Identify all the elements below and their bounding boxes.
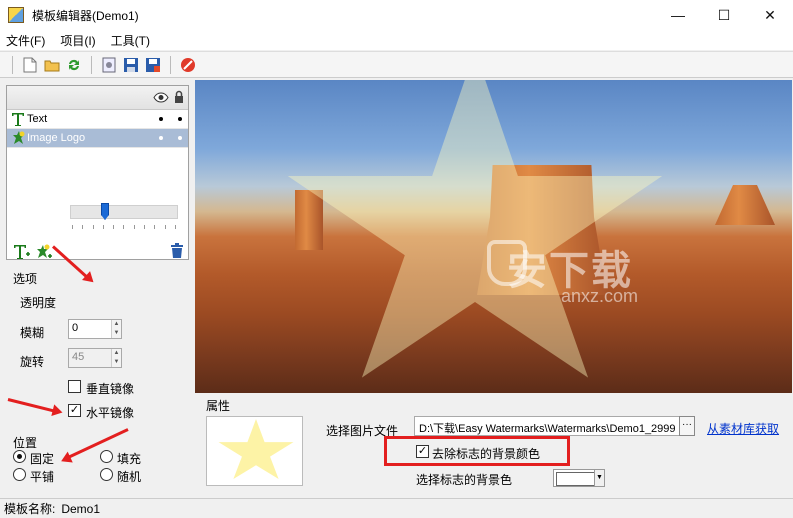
rotate-value: 45: [72, 351, 85, 363]
save-as-button[interactable]: [142, 54, 164, 76]
close-button[interactable]: ✕: [747, 0, 793, 30]
template-name: Demo1: [61, 501, 101, 516]
window-title: 模板编辑器(Demo1): [32, 8, 139, 23]
chevron-down-icon[interactable]: ▼: [594, 470, 604, 486]
preview-canvas[interactable]: 安下载 anxz.com: [195, 80, 792, 393]
logo-star-image: [218, 419, 294, 480]
blur-spinbox[interactable]: 0 ▲ ▼: [68, 319, 122, 339]
eye-icon[interactable]: [153, 92, 169, 103]
menu-project[interactable]: 项目(I): [60, 32, 95, 49]
layer-label: Image Logo: [27, 132, 86, 144]
layer-item-text[interactable]: Text: [7, 110, 188, 129]
refresh-icon: [69, 59, 79, 70]
lock-icon[interactable]: [174, 90, 184, 104]
rock-formation: [295, 190, 323, 250]
open-folder-icon: [44, 60, 60, 71]
menu-file[interactable]: 文件(F): [6, 32, 45, 49]
radio-tile-label: 平铺: [30, 470, 55, 484]
new-file-icon: [23, 57, 37, 72]
watermark-subtext: anxz.com: [561, 286, 639, 306]
window-controls: — ☐ ✕: [655, 0, 793, 30]
bg-color-picker[interactable]: ▼: [553, 469, 605, 487]
text-layer-icon: [12, 113, 24, 126]
blur-label: 模糊: [20, 326, 45, 340]
logo-thumbnail: [206, 416, 303, 486]
title-bar: 模板编辑器(Demo1) — ☐ ✕: [0, 0, 793, 30]
visibility-dot[interactable]: [159, 136, 163, 140]
radio-fixed-label: 固定: [30, 452, 55, 466]
preview-button[interactable]: [98, 54, 120, 76]
rock-formation: [715, 185, 775, 225]
radio-fill[interactable]: [100, 450, 113, 463]
bg-color-label: 选择标志的背景色: [416, 473, 513, 487]
new-file-button[interactable]: [19, 54, 41, 76]
properties-group-label: 属性: [206, 399, 231, 413]
remove-bg-label: 去除标志的背景颜色: [432, 447, 541, 461]
menu-bar: 文件(F) 项目(I) 工具(T): [0, 30, 793, 50]
save-icon: [124, 57, 138, 72]
layer-item-image-logo[interactable]: Image Logo: [7, 129, 188, 148]
lock-dot[interactable]: [178, 136, 182, 140]
visibility-dot[interactable]: [159, 117, 163, 121]
opacity-slider[interactable]: [70, 203, 178, 220]
toolbar-separator: [170, 55, 171, 74]
position-group-label: 位置: [13, 436, 38, 450]
library-link[interactable]: 从素材库获取: [707, 420, 779, 437]
vertical-mirror-label: 垂直镜像: [86, 382, 135, 396]
layer-list: Text Image Logo: [6, 85, 189, 260]
add-text-icon[interactable]: [13, 243, 31, 261]
no-entry-icon: [181, 57, 195, 72]
menu-tools[interactable]: 工具(T): [111, 32, 150, 49]
save-as-icon: [146, 57, 160, 72]
opacity-slider-thumb[interactable]: [101, 203, 109, 220]
radio-tile[interactable]: [13, 468, 26, 481]
options-group-label: 选项: [13, 272, 38, 286]
opacity-label: 透明度: [20, 296, 57, 310]
minimize-button[interactable]: —: [655, 0, 701, 30]
remove-bg-checkbox[interactable]: ✓: [416, 445, 429, 458]
image-layer-icon: [13, 131, 25, 144]
radio-fixed[interactable]: [13, 450, 26, 463]
layer-actions: [6, 241, 189, 263]
radio-fill-label: 填充: [117, 452, 142, 466]
rotate-label: 旋转: [20, 355, 45, 369]
open-folder-button[interactable]: [41, 54, 63, 76]
browse-button[interactable]: ···: [679, 416, 695, 436]
app-icon: [8, 7, 24, 23]
delete-icon[interactable]: [170, 243, 184, 259]
spin-arrows[interactable]: ▲ ▼: [111, 349, 121, 367]
lock-dot[interactable]: [178, 117, 182, 121]
horizontal-mirror-label: 水平镜像: [86, 406, 135, 420]
layer-list-header: [7, 86, 188, 110]
layer-label: Text: [27, 113, 48, 125]
radio-random-label: 随机: [117, 470, 142, 484]
rotate-spinbox[interactable]: 45 ▲ ▼: [68, 348, 122, 368]
radio-random[interactable]: [100, 468, 113, 481]
properties-panel: 属性 选择图片文件 D:\下载\Easy Watermarks\Watermar…: [195, 394, 792, 496]
maximize-button[interactable]: ☐: [701, 0, 747, 30]
blur-value: 0: [72, 322, 79, 334]
image-path-field[interactable]: D:\下载\Easy Watermarks\Watermarks\Demo1_2…: [414, 416, 682, 436]
save-button[interactable]: [120, 54, 142, 76]
horizontal-mirror-checkbox[interactable]: ✓: [68, 404, 81, 417]
toolbar: [0, 51, 793, 78]
add-image-icon[interactable]: [35, 243, 53, 261]
vertical-mirror-checkbox[interactable]: [68, 380, 81, 393]
status-bar: 模板名称: Demo1: [0, 498, 793, 518]
toolbar-separator: [91, 55, 92, 74]
slider-ticks: [72, 225, 176, 230]
template-name-label: 模板名称:: [4, 502, 56, 516]
watermark-star: [287, 80, 663, 378]
spin-arrows[interactable]: ▲ ▼: [111, 320, 121, 338]
stop-button[interactable]: [177, 54, 199, 76]
document-gear-icon: [102, 57, 116, 72]
refresh-button[interactable]: [63, 54, 85, 76]
toolbar-separator: [12, 55, 13, 74]
